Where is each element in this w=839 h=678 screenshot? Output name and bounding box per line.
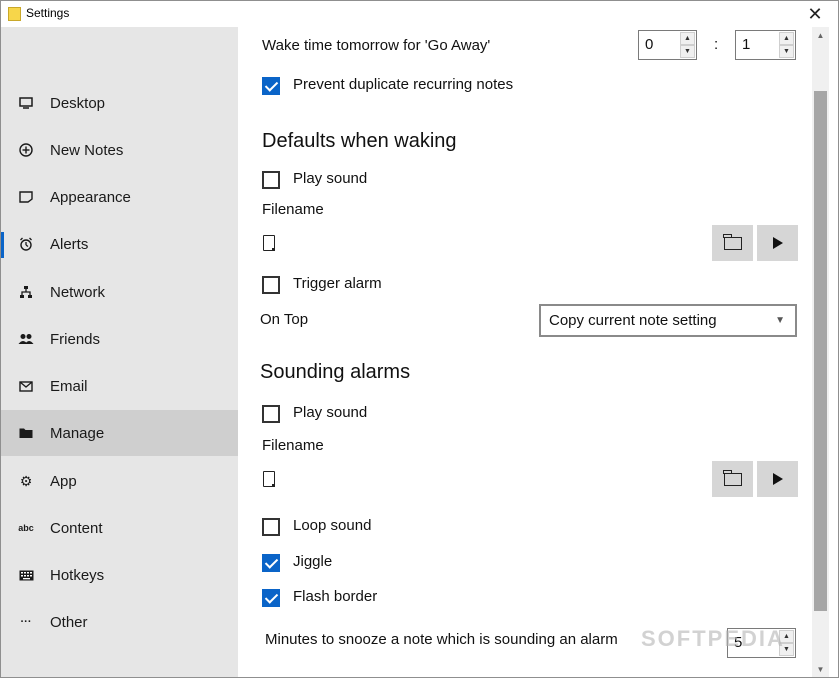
softpedia-watermark: SOFTPEDIA xyxy=(641,626,785,651)
wake-hours-value: 0 xyxy=(645,36,654,53)
play-sound-button[interactable] xyxy=(757,461,798,497)
sidebar-item-label: App xyxy=(50,472,77,490)
scroll-up-arrow[interactable]: ▲ xyxy=(812,27,829,43)
trigger-alarm-label: Trigger alarm xyxy=(293,275,382,292)
close-button[interactable]: ✕ xyxy=(792,1,838,27)
folder-icon xyxy=(18,425,34,441)
increment-button[interactable]: ▲ xyxy=(779,32,794,45)
play-icon xyxy=(772,473,783,485)
browse-folder-button[interactable] xyxy=(712,461,753,497)
sticky-note-app-icon xyxy=(8,7,21,21)
vertical-scrollbar[interactable]: ▲ ▼ xyxy=(812,27,829,677)
keyboard-icon xyxy=(18,567,34,583)
file-icon xyxy=(263,235,275,251)
trigger-alarm-checkbox[interactable] xyxy=(262,276,280,294)
prevent-duplicates-checkbox[interactable] xyxy=(262,77,280,95)
spin-buttons: ▲ ▼ xyxy=(680,32,695,58)
wake-minutes-value: 1 xyxy=(742,36,751,53)
jiggle-label: Jiggle xyxy=(293,553,333,570)
scroll-down-arrow[interactable]: ▼ xyxy=(812,661,829,677)
sidebar-item-network[interactable]: Network xyxy=(1,269,238,315)
window-title: Settings xyxy=(26,6,70,20)
sidebar: Desktop New Notes Appearance Alerts Netw… xyxy=(1,27,238,677)
settings-content: Wake time tomorrow for 'Go Away' 0 ▲ ▼ :… xyxy=(238,27,812,677)
defaults-play-sound-label: Play sound xyxy=(293,170,368,187)
sidebar-item-manage[interactable]: Manage xyxy=(1,410,238,456)
sidebar-item-alerts[interactable]: Alerts xyxy=(1,221,238,267)
decrement-button[interactable]: ▼ xyxy=(779,45,794,58)
sidebar-item-label: Other xyxy=(50,613,88,631)
jiggle-checkbox[interactable] xyxy=(262,554,280,572)
sidebar-item-new-notes[interactable]: New Notes xyxy=(1,127,238,173)
title-bar: Settings ✕ xyxy=(1,1,838,27)
folder-search-icon xyxy=(723,469,742,486)
sidebar-item-label: Manage xyxy=(50,424,105,442)
abc-icon: abc xyxy=(18,523,34,533)
snooze-label: Minutes to snooze a note which is soundi… xyxy=(265,631,618,648)
sidebar-item-other[interactable]: ··· Other xyxy=(1,599,238,645)
sounding-heading: Sounding alarms xyxy=(260,361,411,383)
defaults-play-sound-checkbox[interactable] xyxy=(262,171,280,189)
monitor-icon xyxy=(18,95,34,111)
wake-time-label: Wake time tomorrow for 'Go Away' xyxy=(262,37,491,54)
flash-border-label: Flash border xyxy=(293,588,378,605)
card-icon xyxy=(18,189,34,205)
file-icon xyxy=(263,471,275,487)
sidebar-item-label: Content xyxy=(50,519,103,537)
sidebar-item-hotkeys[interactable]: Hotkeys xyxy=(1,552,238,598)
sidebar-item-appearance[interactable]: Appearance xyxy=(1,174,238,220)
scrollbar-thumb[interactable] xyxy=(814,91,827,611)
sidebar-item-content[interactable]: abc Content xyxy=(1,505,238,551)
prevent-duplicates-label: Prevent duplicate recurring notes xyxy=(293,76,514,93)
spin-buttons: ▲ ▼ xyxy=(779,32,794,58)
defaults-heading: Defaults when waking xyxy=(262,130,457,152)
network-icon xyxy=(18,284,34,300)
decrement-button[interactable]: ▼ xyxy=(680,45,695,58)
more-icon: ··· xyxy=(20,616,32,628)
chevron-down-icon: ▼ xyxy=(775,315,785,326)
sidebar-item-label: Alerts xyxy=(50,235,89,253)
wake-hours-spinner[interactable]: 0 ▲ ▼ xyxy=(638,30,697,60)
sidebar-item-desktop[interactable]: Desktop xyxy=(1,80,238,126)
time-separator: : xyxy=(714,36,719,53)
defaults-filename-label: Filename xyxy=(262,201,324,218)
sidebar-item-label: New Notes xyxy=(50,141,124,159)
flash-border-checkbox[interactable] xyxy=(262,589,280,607)
play-icon xyxy=(772,237,783,249)
sidebar-item-label: Friends xyxy=(50,330,101,348)
plus-circle-icon xyxy=(18,142,34,158)
sidebar-item-label: Network xyxy=(50,283,106,301)
folder-search-icon xyxy=(723,233,742,250)
loop-sound-label: Loop sound xyxy=(293,517,372,534)
settings-window: Settings ✕ Desktop New Notes Appearance … xyxy=(0,0,839,678)
sidebar-item-friends[interactable]: Friends xyxy=(1,316,238,362)
loop-sound-checkbox[interactable] xyxy=(262,518,280,536)
gear-icon: ⚙ xyxy=(19,472,33,489)
sidebar-item-label: Email xyxy=(50,377,88,395)
people-icon xyxy=(18,331,34,347)
sidebar-item-app[interactable]: ⚙ App xyxy=(1,458,238,504)
sidebar-item-email[interactable]: Email xyxy=(1,363,238,409)
wake-minutes-spinner[interactable]: 1 ▲ ▼ xyxy=(735,30,796,60)
sounding-play-sound-label: Play sound xyxy=(293,404,368,421)
sidebar-item-label: Hotkeys xyxy=(50,566,105,584)
sidebar-item-label: Appearance xyxy=(50,188,131,206)
sounding-play-sound-checkbox[interactable] xyxy=(262,405,280,423)
sidebar-item-label: Desktop xyxy=(50,94,106,112)
increment-button[interactable]: ▲ xyxy=(680,32,695,45)
alarm-clock-icon xyxy=(18,236,34,252)
on-top-dropdown[interactable]: Copy current note setting ▼ xyxy=(539,304,797,337)
on-top-label: On Top xyxy=(260,311,309,328)
mail-icon xyxy=(18,378,34,394)
sounding-filename-label: Filename xyxy=(262,437,324,454)
play-sound-button[interactable] xyxy=(757,225,798,261)
on-top-value: Copy current note setting xyxy=(549,312,717,329)
browse-folder-button[interactable] xyxy=(712,225,753,261)
